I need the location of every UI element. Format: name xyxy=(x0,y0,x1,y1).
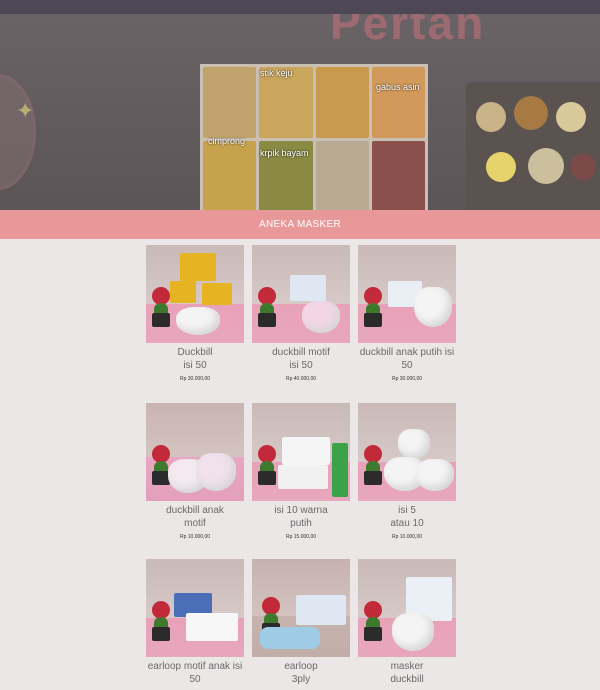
product-card[interactable]: earloop motif anak isi 50 xyxy=(146,559,244,690)
product-name: earloop 3ply xyxy=(284,661,318,685)
product-card[interactable]: isi 5 atau 10 Rp 10.000,00 xyxy=(358,403,456,540)
section-title: ANEKA MASKER xyxy=(259,219,341,230)
product-name: duckbill anak motif xyxy=(166,505,224,529)
product-card[interactable]: Duckbill isi 50 Rp 30.000,00 xyxy=(146,245,244,382)
product-price: Rp 40.000,00 xyxy=(285,376,317,382)
product-photo[interactable] xyxy=(252,559,350,657)
product-photo[interactable] xyxy=(252,245,350,343)
product-photo[interactable] xyxy=(358,245,456,343)
product-card[interactable]: duckbill anak putih isi 50 Rp 30.000,00 xyxy=(358,245,456,382)
product-photo[interactable] xyxy=(146,245,244,343)
product-name: masker duckbill xyxy=(390,661,424,685)
food-tray-image xyxy=(466,82,600,210)
hero-decoration xyxy=(0,74,36,190)
product-name: duckbill motif isi 50 xyxy=(272,347,330,371)
product-name: duckbill anak putih isi 50 xyxy=(359,347,455,371)
product-name: earloop motif anak isi 50 xyxy=(147,661,243,685)
product-card[interactable]: duckbill anak motif Rp 10.000,00 xyxy=(146,403,244,540)
product-photo[interactable] xyxy=(252,403,350,501)
product-card[interactable]: earloop 3ply xyxy=(252,559,350,690)
product-name: isi 5 atau 10 xyxy=(390,505,424,529)
product-card[interactable]: duckbill motif isi 50 Rp 40.000,00 xyxy=(252,245,350,382)
product-price: Rp 30.000,00 xyxy=(391,376,423,382)
product-photo[interactable] xyxy=(146,559,244,657)
product-photo[interactable] xyxy=(358,403,456,501)
poster-label: krpik bayam xyxy=(260,148,309,158)
product-photo[interactable] xyxy=(146,403,244,501)
snack-poster: stik keju cimprong gabus asin krpik baya… xyxy=(200,64,428,210)
poster-label: stik keju xyxy=(260,68,293,78)
product-photo[interactable] xyxy=(358,559,456,657)
poster-label: gabus asin xyxy=(376,82,420,92)
product-name: isi 10 warna putih xyxy=(274,505,328,529)
product-price: Rp 10.000,00 xyxy=(391,534,423,540)
product-price: Rp 30.000,00 xyxy=(179,376,211,382)
product-card[interactable]: isi 10 warna putih Rp 15.000,00 xyxy=(252,403,350,540)
product-card[interactable]: masker duckbill xyxy=(358,559,456,690)
product-name: Duckbill isi 50 xyxy=(177,347,213,371)
section-header: ANEKA MASKER xyxy=(0,210,600,239)
hero-banner: Pertan ✦ stik keju cimprong gabus asin k… xyxy=(0,14,600,210)
product-price: Rp 10.000,00 xyxy=(179,534,211,540)
hero-sign-text: Pertan xyxy=(330,14,486,49)
top-bar xyxy=(0,0,600,14)
product-price: Rp 15.000,00 xyxy=(285,534,317,540)
poster-label: cimprong xyxy=(208,136,246,146)
sparkle-icon: ✦ xyxy=(16,98,35,123)
